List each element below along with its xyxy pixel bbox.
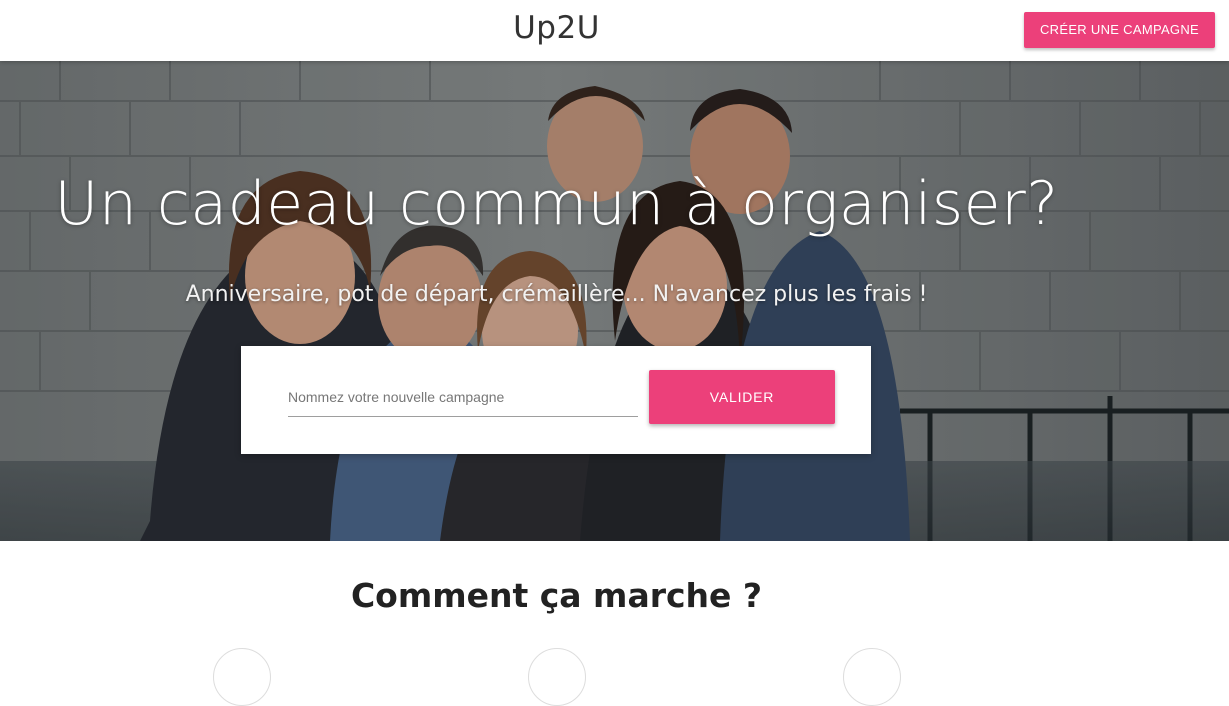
validate-button[interactable]: VALIDER: [649, 370, 835, 424]
step-3-icon: [843, 648, 901, 706]
step-1-icon: [213, 648, 271, 706]
how-it-works-title: Comment ça marche ?: [350, 576, 763, 615]
brand-logo[interactable]: Up2U: [0, 10, 1113, 46]
top-bar: Up2U CRÉER UNE CAMPAGNE: [0, 0, 1229, 61]
hero-section: Un cadeau commun à organiser? Anniversai…: [0, 61, 1229, 541]
campaign-form-card: VALIDER: [241, 346, 871, 454]
campaign-name-input[interactable]: [288, 378, 638, 417]
hero-subtitle: Anniversaire, pot de départ, crémaillère…: [185, 282, 928, 307]
create-campaign-button[interactable]: CRÉER UNE CAMPAGNE: [1023, 12, 1215, 48]
hero-title: Un cadeau commun à organiser?: [54, 169, 1059, 239]
step-2-icon: [528, 648, 586, 706]
